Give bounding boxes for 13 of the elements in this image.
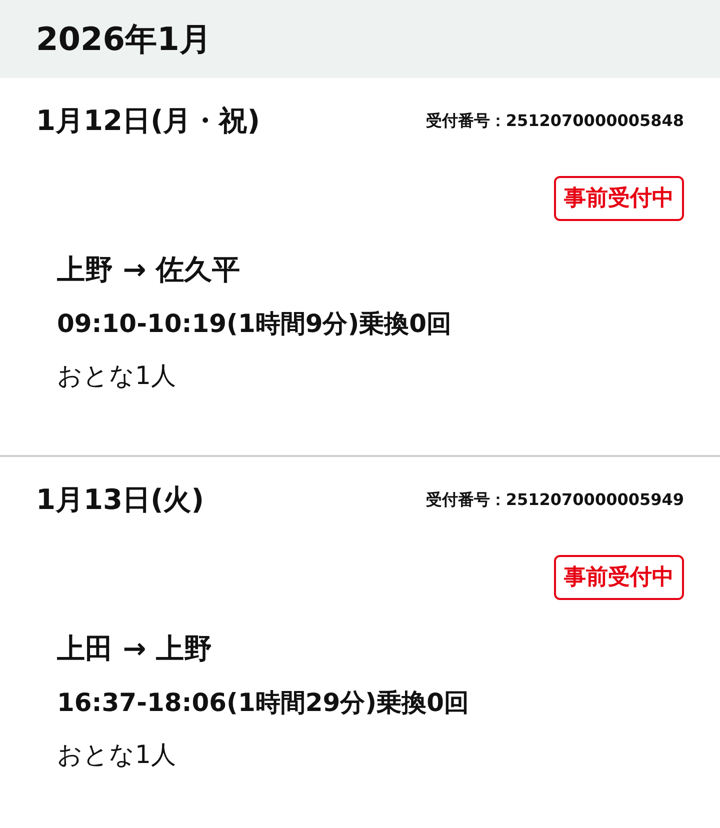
month-title: 2026年1月 bbox=[36, 19, 212, 60]
time-text: 16:37-18:06(1時間29分)乗換0回 bbox=[57, 687, 470, 719]
receipt-number: 受付番号：2512070000005949 bbox=[426, 489, 684, 511]
status-badge: 事前受付中 bbox=[554, 176, 684, 221]
passenger-text: おとな1人 bbox=[57, 360, 177, 392]
reservation-date: 1月13日(火) bbox=[36, 482, 204, 518]
route-text: 上野 → 佐久平 bbox=[57, 252, 241, 288]
time-text: 09:10-10:19(1時間9分)乗換0回 bbox=[57, 308, 453, 340]
route-text: 上田 → 上野 bbox=[57, 631, 213, 667]
passenger-text: おとな1人 bbox=[57, 738, 177, 770]
receipt-number: 受付番号：2512070000005848 bbox=[426, 110, 684, 132]
reservation-date: 1月12日(月・祝) bbox=[36, 103, 260, 139]
status-badge: 事前受付中 bbox=[554, 555, 684, 600]
